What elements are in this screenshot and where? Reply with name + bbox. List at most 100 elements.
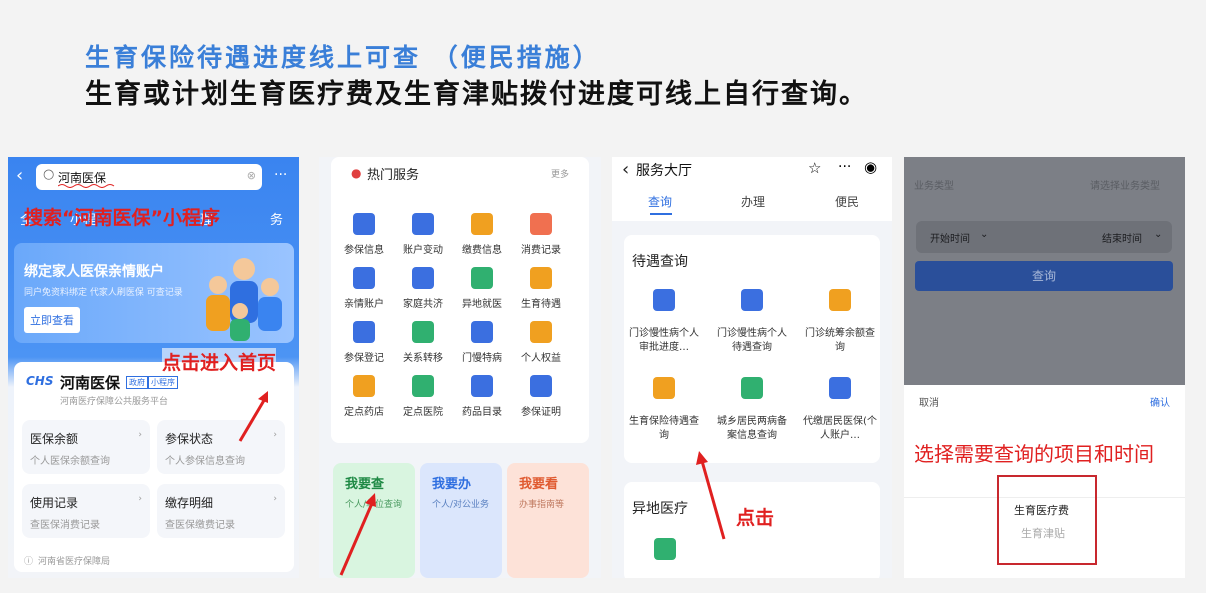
annotation-search: 搜索“河南医保”小程序 [24,207,220,229]
start-time[interactable]: 开始时间 [930,230,970,245]
service-label[interactable]: 个人权益 [511,349,571,364]
service-icon [471,267,493,289]
service-label[interactable]: 生育待遇 [511,295,571,310]
red-arrow [696,451,726,540]
tile-handle[interactable]: 我要办 个人/对公业务 [420,463,502,578]
service-icon [530,321,552,343]
screenshot-search-miniprogram: ‹ ○ 河南医保 ⊗ ··· 全 小程 理 务 搜索“河南医保”小程序 绑定家人… [8,157,299,578]
cell-payments[interactable]: 缴存明细 查医保缴费记录 › [157,484,285,538]
query-item-label[interactable]: 门诊慢性病个人审批进度… [626,327,702,355]
service-icon [353,321,375,343]
cell-desc: 个人参保信息查询 [165,456,245,467]
screenshot-service-hall: ‹ 服务大厅 ☆ ··· ◉ 查询 办理 便民 待遇查询 异地医疗 点击 门诊慢… [612,157,892,578]
service-label[interactable]: 参保登记 [334,349,394,364]
confirm-button[interactable]: 确认 [1150,394,1170,409]
tile-view[interactable]: 我要看 办事指南等 [507,463,589,578]
query-item-label[interactable]: 门诊统筹余额查询 [802,327,878,355]
chevron-down-icon: ⌄ [980,229,989,240]
more-icon[interactable]: ··· [838,159,851,175]
cell-records[interactable]: 使用记录 查医保消费记录 › [22,484,150,538]
service-label[interactable]: 亲情账户 [334,295,394,310]
tile-desc: 办事指南等 [519,500,565,510]
annotation-click: 点击 [736,507,775,529]
spell-underline [58,184,115,188]
banner-desc: 同户免资料绑定 代家人刷医保 可查记录 [24,288,183,298]
footer-text: 河南省医疗保障局 [38,557,111,567]
cell-title: 缴存明细 [165,496,214,510]
service-icon [530,213,552,235]
tag-gov: 政府 [126,376,148,389]
cell-title: 医保余额 [30,432,79,446]
family-illustration [206,258,282,341]
service-label[interactable]: 定点医院 [393,403,453,418]
service-label[interactable]: 参保信息 [334,241,394,256]
cell-title: 使用记录 [30,496,79,510]
info-icon: ⓘ [24,557,34,567]
service-icon [530,375,552,397]
option-medical[interactable]: 生育医疗费 [1014,502,1069,518]
banner-title: 绑定家人医保亲情账户 [24,264,164,280]
star-icon[interactable]: ☆ [808,159,821,177]
cell-desc: 查医保缴费记录 [165,520,235,531]
service-label[interactable]: 定点药店 [334,403,394,418]
clear-icon[interactable]: ⊗ [247,169,256,182]
query-item-icon [741,377,763,399]
banner-button[interactable]: 立即查看 [24,307,80,333]
screenshot-query-form: 业务类型 请选择业务类型 开始时间 ⌄ 结束时间 ⌄ 查询 取消 确认 选择需要… [904,157,1185,578]
cell-desc: 查医保消费记录 [30,520,100,531]
service-icon [412,267,434,289]
search-box[interactable]: ○ 河南医保 ⊗ [36,164,262,190]
service-label[interactable]: 药品目录 [452,403,512,418]
service-label[interactable]: 参保证明 [511,403,571,418]
location-icon [654,538,676,560]
promo-banner[interactable]: 绑定家人医保亲情账户 同户免资料绑定 代家人刷医保 可查记录 立即查看 [14,243,294,343]
tab-underline [650,213,672,215]
tab-convenience[interactable]: 便民 [835,193,859,210]
back-icon[interactable]: ‹ [16,165,23,186]
query-item-label[interactable]: 生育保险待遇查询 [626,415,702,443]
picker-highlight [997,475,1097,565]
section-title: 热门服务 [367,168,420,183]
service-icon [353,267,375,289]
service-icon [353,213,375,235]
cancel-button[interactable]: 取消 [919,394,939,409]
end-time[interactable]: 结束时间 [1102,230,1142,245]
screenshot-hot-services: ● 热门服务 更多 我要查 个人/单位查询 我要办 个人/对公业务 我要看 办事… [319,157,601,578]
section-title: 待遇查询 [632,254,688,270]
cell-balance[interactable]: 医保余额 个人医保余额查询 › [22,420,150,474]
service-icon [530,267,552,289]
query-item-label[interactable]: 代缴居民医保(个人账户… [802,415,878,443]
tab-4[interactable]: 务 [270,209,283,228]
slide-title: 生育保险待遇进度线上可查 （便民措施） [85,43,601,72]
service-label[interactable]: 门慢特病 [452,349,512,364]
service-icon [353,375,375,397]
tab-query[interactable]: 查询 [648,193,672,210]
query-item-label[interactable]: 门诊慢性病个人待遇查询 [714,327,790,355]
more-link[interactable]: 更多 [551,167,569,180]
service-label[interactable]: 账户变动 [393,241,453,256]
service-label[interactable]: 关系转移 [393,349,453,364]
option-allowance[interactable]: 生育津贴 [1021,525,1065,541]
chevron-right-icon: › [138,430,142,440]
back-icon[interactable]: ‹ [622,159,629,180]
field-label: 业务类型 [914,181,954,192]
service-label[interactable]: 缴费信息 [452,241,512,256]
drop-icon: ● [351,166,362,180]
query-button[interactable]: 查询 [915,261,1173,291]
chevron-down-icon: ⌄ [1154,229,1163,240]
tab-handle[interactable]: 办理 [741,193,765,210]
target-icon[interactable]: ◉ [864,158,877,176]
service-label[interactable]: 家庭共济 [393,295,453,310]
field-select[interactable]: 请选择业务类型 [1090,177,1160,192]
more-icon[interactable]: ··· [274,167,287,183]
cell-desc: 个人医保余额查询 [30,456,110,467]
service-icon [412,375,434,397]
search-icon: ○ [43,167,55,182]
tile-title: 我要看 [519,477,559,492]
annotation-home: 点击进入首页 [162,348,277,375]
service-label[interactable]: 消费记录 [511,241,571,256]
query-item-icon [653,377,675,399]
query-item-label[interactable]: 城乡居民两病备案信息查询 [714,415,790,443]
service-label[interactable]: 异地就医 [452,295,512,310]
annotation-select: 选择需要查询的项目和时间 [914,442,1154,466]
